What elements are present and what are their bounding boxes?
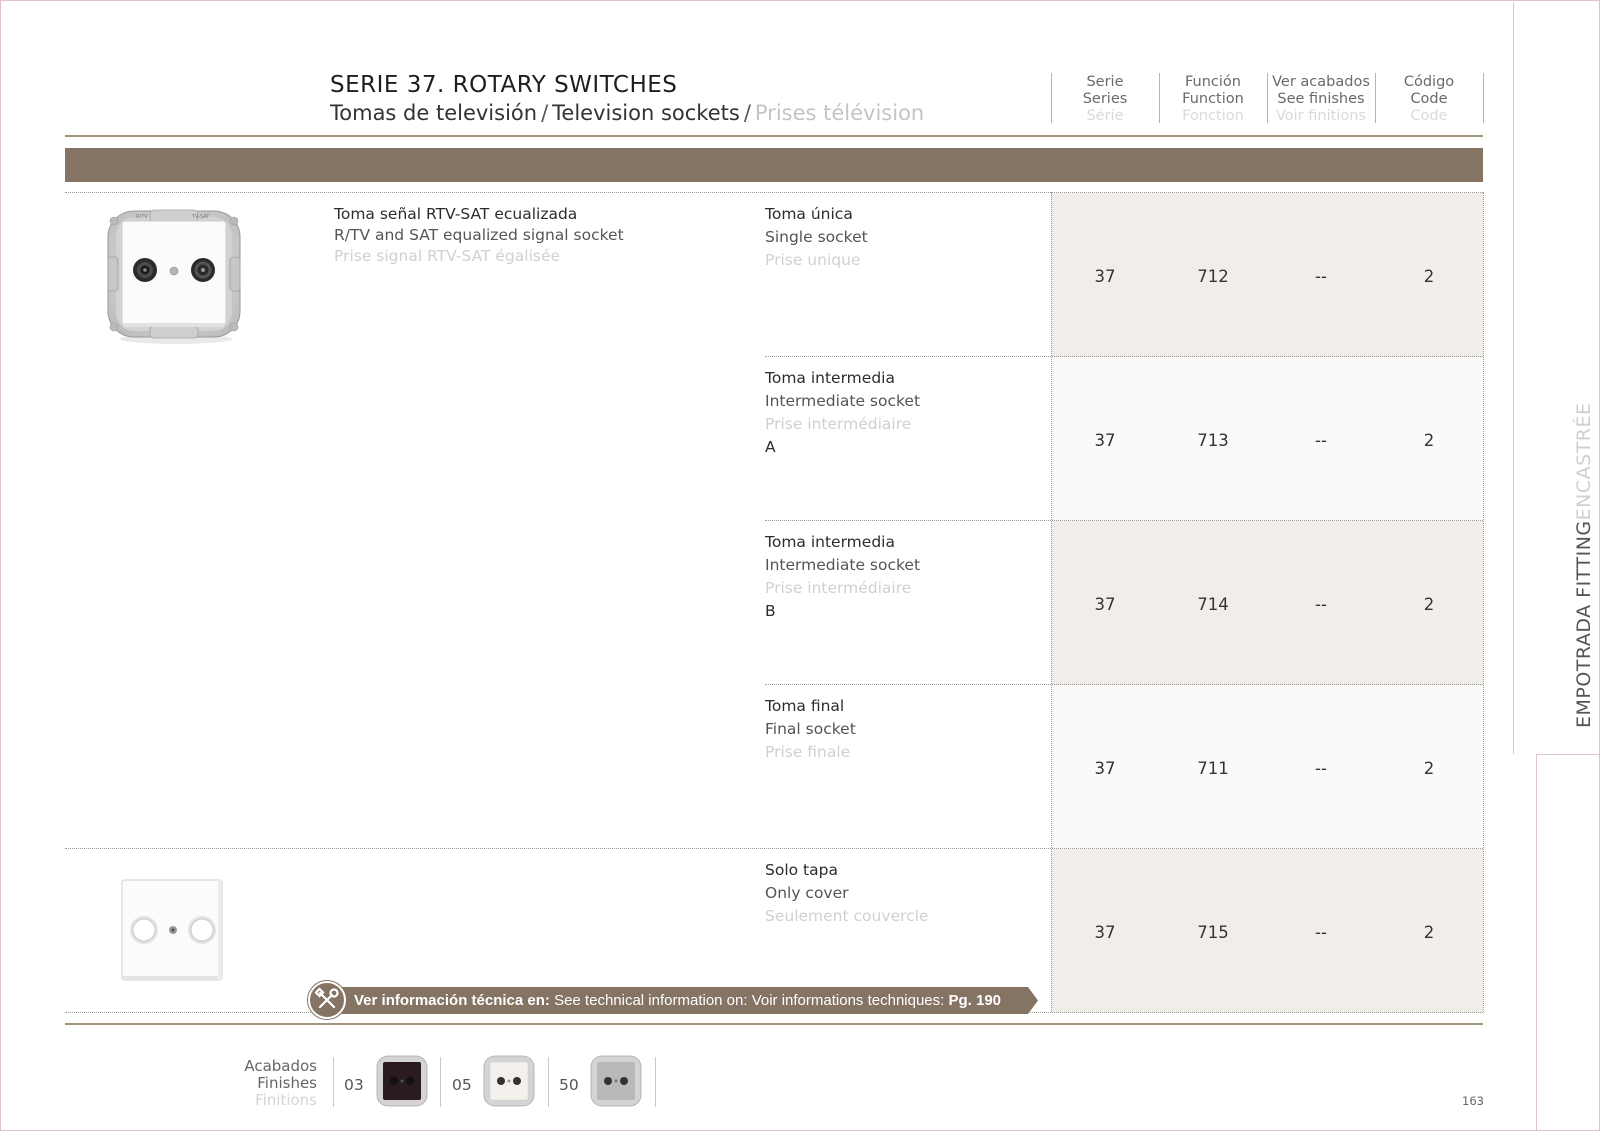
row-variant: A (765, 438, 776, 456)
rtv-sat-socket-image: R/TV TV-SAT (107, 209, 241, 344)
finish-code: 05 (452, 1076, 472, 1094)
row-desc-fr: Prise intermédiaire (765, 579, 912, 597)
finish-swatch-05 (483, 1055, 535, 1107)
section-side-tab: EMPOTRADA FITTINGENCASTRÉE (1573, 402, 1595, 728)
codigo-value: 2 (1423, 923, 1435, 942)
funcion-value: 711 (1197, 759, 1229, 778)
column-divider (1051, 192, 1052, 1012)
socket-cover-image (121, 879, 223, 981)
section-band (65, 148, 1483, 182)
funcion-value: 712 (1197, 267, 1229, 286)
serie-value: 37 (1094, 923, 1116, 942)
row-desc-en: Single socket (765, 228, 868, 246)
row-desc-en: Intermediate socket (765, 392, 921, 410)
column-header-acabados: Ver acabados See finishes Voir finitions (1272, 74, 1370, 124)
product-name-es: Toma señal RTV-SAT ecualizada (334, 205, 578, 223)
finish-code: 03 (344, 1076, 364, 1094)
acabados-value: -- (1315, 595, 1327, 614)
codigo-value: 2 (1423, 595, 1435, 614)
finish-separator (333, 1057, 334, 1107)
acabados-value: -- (1315, 923, 1327, 942)
row-desc-es: Toma única (765, 205, 853, 223)
header-rule (65, 135, 1483, 137)
row-desc-fr: Seulement couvercle (765, 907, 929, 925)
funcion-value: 714 (1197, 595, 1229, 614)
subtitle-es: Tomas de televisión (330, 101, 538, 125)
serie-value: 37 (1094, 595, 1116, 614)
row-divider (765, 356, 1483, 357)
row-desc-fr: Prise intermédiaire (765, 415, 912, 433)
page-subtitle: Tomas de televisión / Television sockets / P… (330, 101, 924, 125)
subtitle-separator: / (541, 101, 549, 125)
side-tab-border (1536, 754, 1600, 755)
page-title: SERIE 37. ROTARY SWITCHES (330, 72, 678, 98)
technical-info-text: Ver información técnica en: See technica… (354, 992, 1002, 1009)
row-variant: B (765, 602, 776, 620)
subtitle-fr: Prises télévision (754, 101, 925, 125)
funcion-value: 713 (1197, 431, 1229, 450)
row-desc-en: Only cover (765, 884, 849, 902)
acabados-value: -- (1315, 759, 1327, 778)
finish-swatch-03 (376, 1055, 428, 1107)
column-header-codigo: Código Code Code (1403, 74, 1455, 124)
codigo-value: 2 (1423, 759, 1435, 778)
row-desc-es: Toma intermedia (765, 369, 895, 387)
subtitle-separator: / (743, 101, 751, 125)
finishes-label: Acabados Finishes Finitions (244, 1057, 317, 1109)
footer-rule (65, 1023, 1483, 1025)
column-header-funcion: Función Function Fonction (1182, 74, 1244, 124)
acabados-value: -- (1315, 267, 1327, 286)
column-separator (1483, 73, 1484, 123)
row-divider (765, 520, 1483, 521)
product-name-fr: Prise signal RTV-SAT égalisée (334, 247, 561, 265)
tools-icon (308, 981, 346, 1019)
side-tab-border (1536, 754, 1537, 1131)
row-desc-fr: Prise unique (765, 251, 861, 269)
column-divider (1483, 192, 1484, 1012)
acabados-value: -- (1315, 431, 1327, 450)
funcion-value: 715 (1197, 923, 1229, 942)
row-desc-es: Solo tapa (765, 861, 838, 879)
side-tab-border (1513, 2, 1514, 754)
codigo-value: 2 (1423, 267, 1435, 286)
serie-value: 37 (1094, 267, 1116, 286)
svg-text:TV-SAT: TV-SAT (191, 214, 210, 220)
column-header-serie: Serie Series Série (1082, 74, 1128, 124)
page-number: 163 (1462, 1094, 1484, 1108)
serie-value: 37 (1094, 759, 1116, 778)
row-divider (65, 192, 1483, 193)
finish-swatch-50 (590, 1055, 642, 1107)
row-desc-fr: Prise finale (765, 743, 851, 761)
row-desc-en: Intermediate socket (765, 556, 921, 574)
row-divider (765, 684, 1483, 685)
product-name-en: R/TV and SAT equalized signal socket (334, 226, 624, 244)
finish-code: 50 (559, 1076, 579, 1094)
subtitle-en: Television sockets (552, 101, 740, 125)
row-desc-es: Toma intermedia (765, 533, 895, 551)
serie-value: 37 (1094, 431, 1116, 450)
codigo-value: 2 (1423, 431, 1435, 450)
row-desc-en: Final socket (765, 720, 856, 738)
row-divider (65, 848, 1483, 849)
finish-separator (655, 1057, 656, 1107)
technical-info-link[interactable]: Ver información técnica en: See technica… (308, 981, 1038, 1019)
finish-separator (440, 1057, 441, 1107)
svg-text:R/TV: R/TV (136, 214, 148, 220)
finish-separator (548, 1057, 549, 1107)
row-desc-es: Toma final (765, 697, 845, 715)
